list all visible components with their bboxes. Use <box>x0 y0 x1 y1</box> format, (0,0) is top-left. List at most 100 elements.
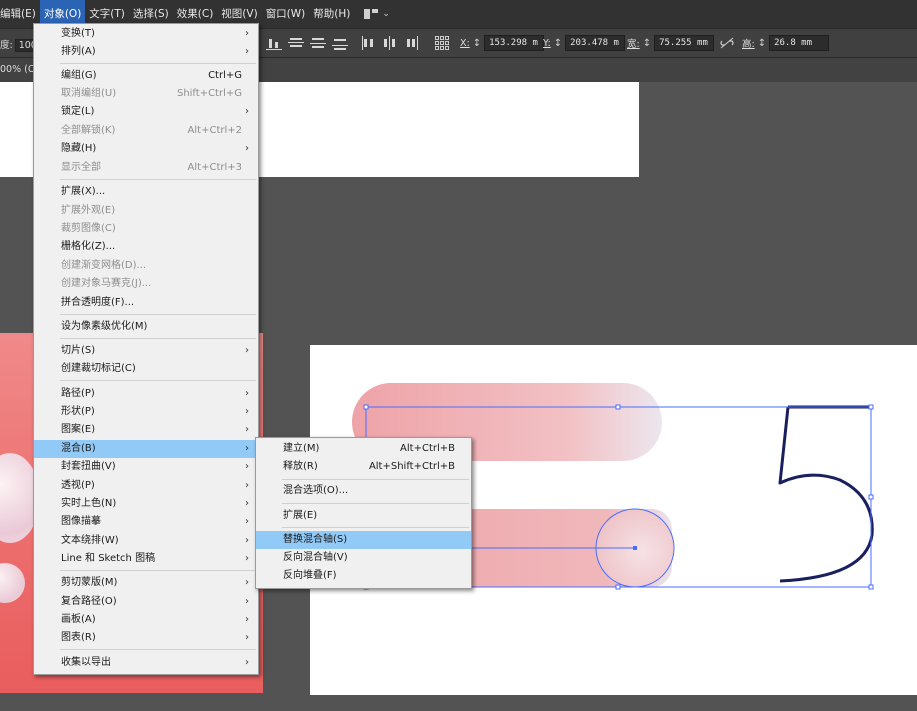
submenu-item-blend-options[interactable]: 混合选项(O)... <box>256 482 471 500</box>
distribute-bottom-icon[interactable] <box>332 36 348 50</box>
distribute-hcenter-icon[interactable] <box>382 36 398 50</box>
menu-item-label: 扩展(X)... <box>61 186 106 197</box>
menu-item-transform[interactable]: 变换(T) › <box>34 25 258 43</box>
menu-item-expand-appearance[interactable]: 扩展外观(E) <box>34 202 258 220</box>
menu-item-blend[interactable]: 混合(B) › <box>34 440 258 458</box>
bubble-shape <box>0 563 25 603</box>
y-stepper-icon[interactable]: ↕ <box>554 38 562 49</box>
menu-item-unlock-all[interactable]: 全部解锁(K) Alt+Ctrl+2 <box>34 122 258 140</box>
menu-item-label: 编组(G) <box>61 70 97 81</box>
menu-item-ungroup[interactable]: 取消编组(U) Shift+Ctrl+G <box>34 85 258 103</box>
menu-item-pixel-perfect[interactable]: 设为像素级优化(M) <box>34 318 258 336</box>
menu-item-text-wrap[interactable]: 文本绕排(W) › <box>34 532 258 550</box>
menu-item-slice[interactable]: 切片(S) › <box>34 342 258 360</box>
document-tab[interactable]: 00% (C <box>0 64 34 75</box>
menu-separator <box>60 179 256 180</box>
reference-point-icon[interactable] <box>435 36 449 50</box>
menu-item-gradient-mesh[interactable]: 创建渐变网格(D)... <box>34 257 258 275</box>
menu-separator <box>282 503 469 504</box>
menu-item-graph[interactable]: 图表(R) › <box>34 629 258 647</box>
submenu-item-make[interactable]: 建立(M) Alt+Ctrl+B <box>256 440 471 458</box>
menu-item-object-mosaic[interactable]: 创建对象马赛克(J)... <box>34 275 258 293</box>
chevron-right-icon: › <box>245 553 249 564</box>
menu-item-label: 扩展外观(E) <box>61 205 116 216</box>
menu-item-envelope-distort[interactable]: 封套扭曲(V) › <box>34 458 258 476</box>
menu-item-label: 变换(T) <box>61 28 95 39</box>
menu-item-lock[interactable]: 锁定(L) › <box>34 103 258 121</box>
menu-item-crop-image[interactable]: 裁剪图像(C) <box>34 220 258 238</box>
submenu-item-release[interactable]: 释放(R) Alt+Shift+Ctrl+B <box>256 458 471 476</box>
height-input[interactable]: 26.8 mm <box>769 35 830 51</box>
menu-window[interactable]: 窗口(W) <box>262 0 310 28</box>
menu-item-label: 隐藏(H) <box>61 143 97 154</box>
menu-item-label: 全部解锁(K) <box>61 125 116 136</box>
menu-item-perspective[interactable]: 透视(P) › <box>34 477 258 495</box>
menu-item-collect-export[interactable]: 收集以导出 › <box>34 654 258 672</box>
distribute-left-icon[interactable] <box>360 36 376 50</box>
menu-item-arrange[interactable]: 排列(A) › <box>34 43 258 61</box>
menu-item-rasterize[interactable]: 栅格化(Z)... <box>34 238 258 256</box>
chevron-right-icon: › <box>245 46 249 57</box>
menu-item-trim-marks[interactable]: 创建裁切标记(C) <box>34 360 258 378</box>
width-field: 宽: ↕ 75.255 mm <box>627 34 715 52</box>
workspace-layout-icon[interactable] <box>364 9 379 19</box>
chevron-right-icon: › <box>245 106 249 117</box>
distribute-right-icon[interactable] <box>404 36 420 50</box>
menu-separator <box>60 338 256 339</box>
y-input[interactable]: 203.478 m <box>565 35 626 51</box>
submenu-item-shortcut: Alt+Shift+Ctrl+B <box>368 461 455 472</box>
menu-item-label: Line 和 Sketch 图稿 <box>61 553 156 564</box>
submenu-item-replace-spine[interactable]: 替换混合轴(S) <box>256 531 471 549</box>
menu-item-pattern[interactable]: 图案(E) › <box>34 421 258 439</box>
constrain-proportions-icon[interactable] <box>720 37 734 49</box>
height-stepper-icon[interactable]: ↕ <box>758 38 766 49</box>
menu-item-label: 显示全部 <box>61 162 101 173</box>
submenu-item-label: 混合选项(O)... <box>283 485 349 496</box>
chevron-right-icon: › <box>245 498 249 509</box>
submenu-item-expand[interactable]: 扩展(E) <box>256 507 471 525</box>
width-label: 宽: <box>627 39 640 50</box>
menu-item-path[interactable]: 路径(P) › <box>34 385 258 403</box>
menu-item-label: 文本绕排(W) <box>61 535 119 546</box>
menu-item-show-all[interactable]: 显示全部 Alt+Ctrl+3 <box>34 159 258 177</box>
menu-item-live-paint[interactable]: 实时上色(N) › <box>34 495 258 513</box>
menu-separator <box>60 649 256 650</box>
y-field: Y: ↕ 203.478 m <box>543 34 626 52</box>
opacity-label: 度: <box>0 40 13 51</box>
chevron-right-icon: › <box>245 461 249 472</box>
menu-item-label: 图像描摹 <box>61 516 101 527</box>
align-toolbar <box>266 36 420 50</box>
menu-item-clipping-mask[interactable]: 剪切蒙版(M) › <box>34 574 258 592</box>
menu-item-label: 创建裁切标记(C) <box>61 363 136 374</box>
spine-anchor[interactable] <box>633 546 637 550</box>
chevron-right-icon: › <box>245 345 249 356</box>
chevron-right-icon: › <box>245 424 249 435</box>
distribute-vcenter-icon[interactable] <box>310 36 326 50</box>
align-bottom-icon[interactable] <box>266 36 282 50</box>
x-field: X: ↕ 153.298 m <box>460 34 545 52</box>
menu-item-artboards[interactable]: 画板(A) › <box>34 611 258 629</box>
chevron-right-icon: › <box>245 657 249 668</box>
digit-five-path[interactable] <box>778 405 874 583</box>
menu-item-image-trace[interactable]: 图像描摹 › <box>34 513 258 531</box>
menu-item-flatten-transparency[interactable]: 拼合透明度(F)... <box>34 294 258 312</box>
submenu-item-reverse-front-to-back[interactable]: 反向堆叠(F) <box>256 567 471 585</box>
menu-item-compound-path[interactable]: 复合路径(O) › <box>34 593 258 611</box>
menu-help[interactable]: 帮助(H) <box>309 0 354 28</box>
object-menu-dropdown: 变换(T) › 排列(A) › 编组(G) Ctrl+G 取消编组(U) Shift+C… <box>33 23 259 675</box>
submenu-item-reverse-spine[interactable]: 反向混合轴(V) <box>256 549 471 567</box>
menu-item-label: 封套扭曲(V) <box>61 461 116 472</box>
menu-item-line-sketch[interactable]: Line 和 Sketch 图稿 › <box>34 550 258 568</box>
width-stepper-icon[interactable]: ↕ <box>643 38 651 49</box>
menu-item-shape[interactable]: 形状(P) › <box>34 403 258 421</box>
x-label: X: <box>460 37 470 49</box>
menu-item-group[interactable]: 编组(G) Ctrl+G <box>34 67 258 85</box>
menu-item-hide[interactable]: 隐藏(H) › <box>34 140 258 158</box>
width-input[interactable]: 75.255 mm <box>654 35 715 51</box>
chevron-down-icon[interactable]: ⌄ <box>382 9 390 19</box>
menu-item-label: 图案(E) <box>61 424 96 435</box>
x-stepper-icon[interactable]: ↕ <box>473 38 481 49</box>
x-input[interactable]: 153.298 m <box>484 35 545 51</box>
menu-item-expand[interactable]: 扩展(X)... <box>34 183 258 201</box>
distribute-top-icon[interactable] <box>288 36 304 50</box>
